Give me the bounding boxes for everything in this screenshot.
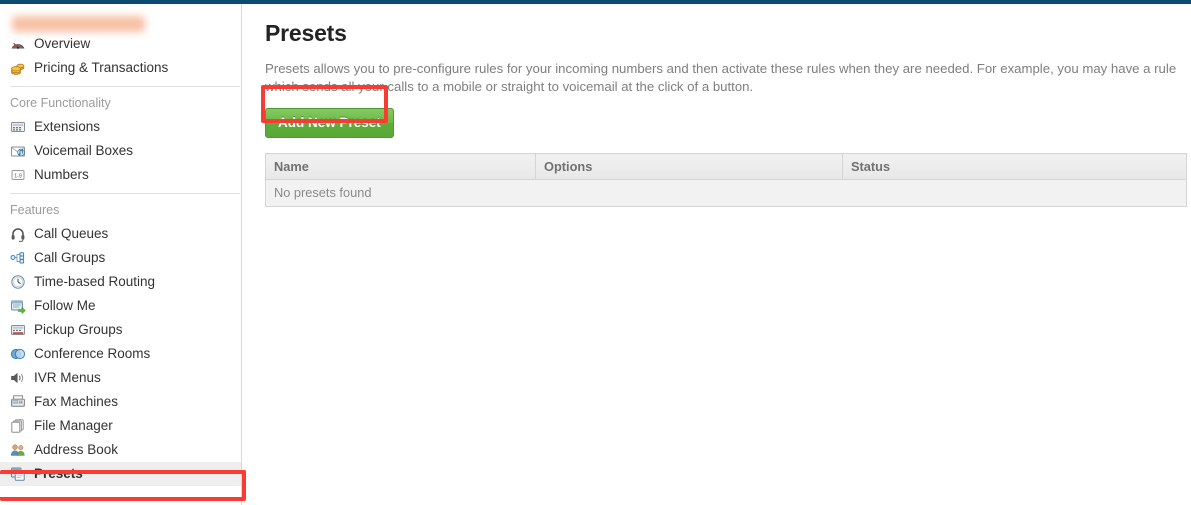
presets-window-icon (10, 466, 26, 482)
speedometer-icon (10, 36, 26, 52)
sidebar-features-list: Call Queues Call Groups Time-based Routi… (0, 222, 241, 486)
table-header-row: Name Options Status (265, 153, 1187, 181)
sidebar-item-ivr-menus[interactable]: IVR Menus (0, 366, 241, 390)
sidebar-item-label: Call Queues (34, 226, 109, 241)
sidebar-item-label: Pickup Groups (34, 322, 123, 337)
page-description: Presets allows you to pre-configure rule… (265, 61, 1177, 95)
sidebar-item-label: Overview (34, 36, 91, 51)
people-icon (10, 442, 26, 458)
sidebar-item-label: Numbers (34, 167, 89, 182)
page-title: Presets (265, 20, 347, 46)
sidebar-divider-2 (10, 193, 240, 194)
sidebar: Overview Pricing & Transactions Core Fun… (0, 4, 242, 505)
main-content: Presets Presets allows you to pre-config… (243, 4, 1191, 505)
sidebar-item-pickup-groups[interactable]: Pickup Groups (0, 318, 241, 342)
sidebar-item-label: Extensions (34, 119, 101, 134)
sidebar-item-time-based-routing[interactable]: Time-based Routing (0, 270, 241, 294)
brand-logo-redacted (12, 16, 145, 32)
sidebar-item-label: Follow Me (34, 298, 96, 313)
headset-icon (10, 226, 26, 242)
keypad-icon (10, 119, 26, 135)
sidebar-item-label: Pricing & Transactions (34, 60, 169, 75)
presets-table-body: No presets found (265, 179, 1187, 208)
add-new-preset-button[interactable]: Add New Preset (265, 108, 394, 139)
sidebar-item-file-manager[interactable]: File Manager (0, 414, 241, 438)
sidebar-item-label: Fax Machines (34, 394, 119, 409)
conference-circles-icon (10, 346, 26, 362)
sidebar-item-voicemail-boxes[interactable]: Voicemail Boxes (0, 139, 241, 163)
column-header-name[interactable]: Name (265, 153, 536, 181)
sidebar-item-overview[interactable]: Overview (0, 32, 241, 56)
sidebar-item-label: Call Groups (34, 250, 106, 265)
sidebar-heading-core-functionality: Core Functionality (10, 96, 111, 110)
sidebar-item-label: Time-based Routing (34, 274, 156, 289)
presets-table-container: Name Options Status No presets found (265, 153, 1187, 208)
sidebar-item-label: Conference Rooms (34, 346, 151, 361)
sidebar-item-numbers[interactable]: 1-9 Numbers (0, 163, 241, 187)
sidebar-item-follow-me[interactable]: Follow Me (0, 294, 241, 318)
sidebar-divider (10, 86, 240, 87)
sidebar-item-label: IVR Menus (34, 370, 101, 385)
svg-text:1-9: 1-9 (14, 173, 22, 179)
column-header-status[interactable]: Status (842, 153, 1187, 181)
sidebar-top-list: Overview Pricing & Transactions (0, 32, 241, 80)
window-forward-icon (10, 298, 26, 314)
sidebar-item-label: Address Book (34, 442, 119, 457)
sidebar-item-pricing-transactions[interactable]: Pricing & Transactions (0, 56, 241, 80)
sidebar-core-list: Extensions Voicemail Boxes 1-9 Numbers (0, 115, 241, 187)
network-tree-icon (10, 250, 26, 266)
documents-stack-icon (10, 418, 26, 434)
sidebar-heading-features: Features (10, 203, 60, 217)
sidebar-item-label: File Manager (34, 418, 113, 433)
table-row-empty: No presets found (265, 179, 1187, 208)
sidebar-item-label: Voicemail Boxes (34, 143, 134, 158)
presets-table-head: Name Options Status (265, 153, 1187, 181)
speaker-icon (10, 370, 26, 386)
sidebar-item-address-book[interactable]: Address Book (0, 438, 241, 462)
coins-icon (10, 60, 26, 76)
voicemail-envelope-icon (10, 143, 26, 159)
fax-icon (10, 394, 26, 410)
sidebar-item-conference-rooms[interactable]: Conference Rooms (0, 342, 241, 366)
sidebar-item-call-groups[interactable]: Call Groups (0, 246, 241, 270)
empty-state-message: No presets found (265, 179, 1187, 208)
sidebar-item-call-queues[interactable]: Call Queues (0, 222, 241, 246)
sidebar-item-extensions[interactable]: Extensions (0, 115, 241, 139)
presets-table: Name Options Status No presets found (265, 153, 1187, 208)
sidebar-item-presets[interactable]: Presets (0, 462, 241, 486)
sidebar-item-fax-machines[interactable]: Fax Machines (0, 390, 241, 414)
sidebar-item-label: Presets (34, 466, 83, 481)
column-header-options[interactable]: Options (535, 153, 843, 181)
desk-phone-icon (10, 322, 26, 338)
page-root: Overview Pricing & Transactions Core Fun… (0, 0, 1191, 505)
number-pad-icon: 1-9 (10, 167, 26, 183)
clock-icon (10, 274, 26, 290)
